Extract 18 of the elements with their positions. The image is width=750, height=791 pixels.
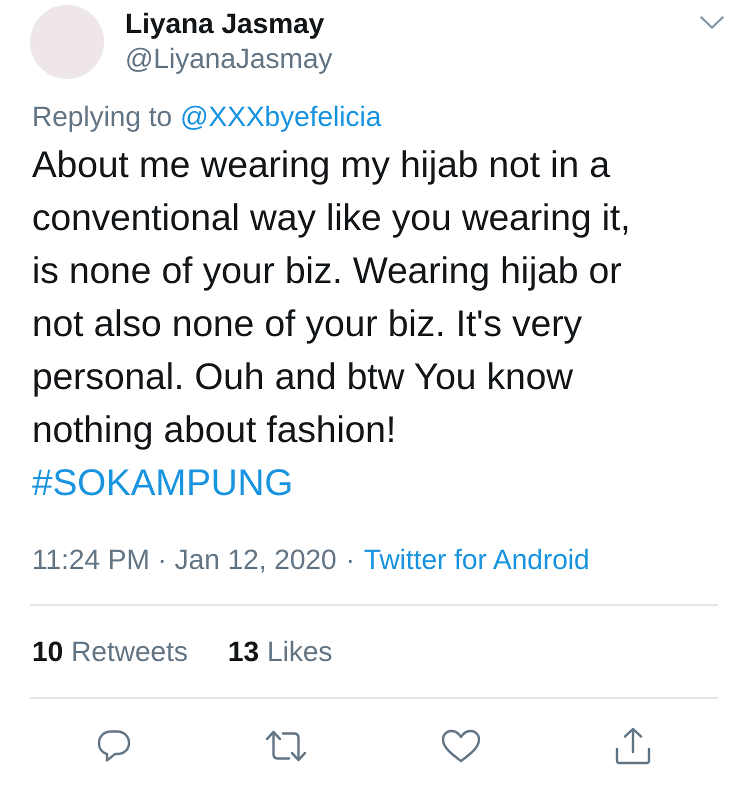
hashtag-link[interactable]: #SOKAMPUNG (32, 462, 294, 503)
timestamp: 11:24 PM · Jan 12, 2020 (32, 544, 337, 575)
tweet-text: About me wearing my hijab not in a conventional way like you wearing it, is none of your biz. Wearing hijab or not also none of your biz. It's very personal. Ouh and btw You know nothing about fashion! (32, 143, 632, 452)
reply-icon[interactable] (97, 729, 131, 763)
stat-count[interactable]: 10 (32, 636, 64, 666)
separator-dot: · (346, 544, 355, 575)
source-link[interactable]: Twitter for Android (364, 544, 590, 575)
stat-label[interactable]: Likes (267, 636, 332, 666)
author-name[interactable]: Liyana Jasmay (125, 8, 324, 40)
retweet-icon[interactable] (265, 730, 307, 762)
chevron-down-icon[interactable] (700, 16, 724, 30)
author-handle[interactable]: @LiyanaJasmay (125, 42, 332, 76)
stat-label[interactable]: Retweets (71, 636, 188, 666)
share-icon[interactable] (615, 727, 651, 765)
stat-count[interactable]: 13 (228, 636, 260, 666)
heart-icon[interactable] (441, 729, 481, 763)
replying-to-label: Replying to (32, 101, 172, 132)
mention-link[interactable]: @XXXbyefelicia (180, 101, 382, 132)
